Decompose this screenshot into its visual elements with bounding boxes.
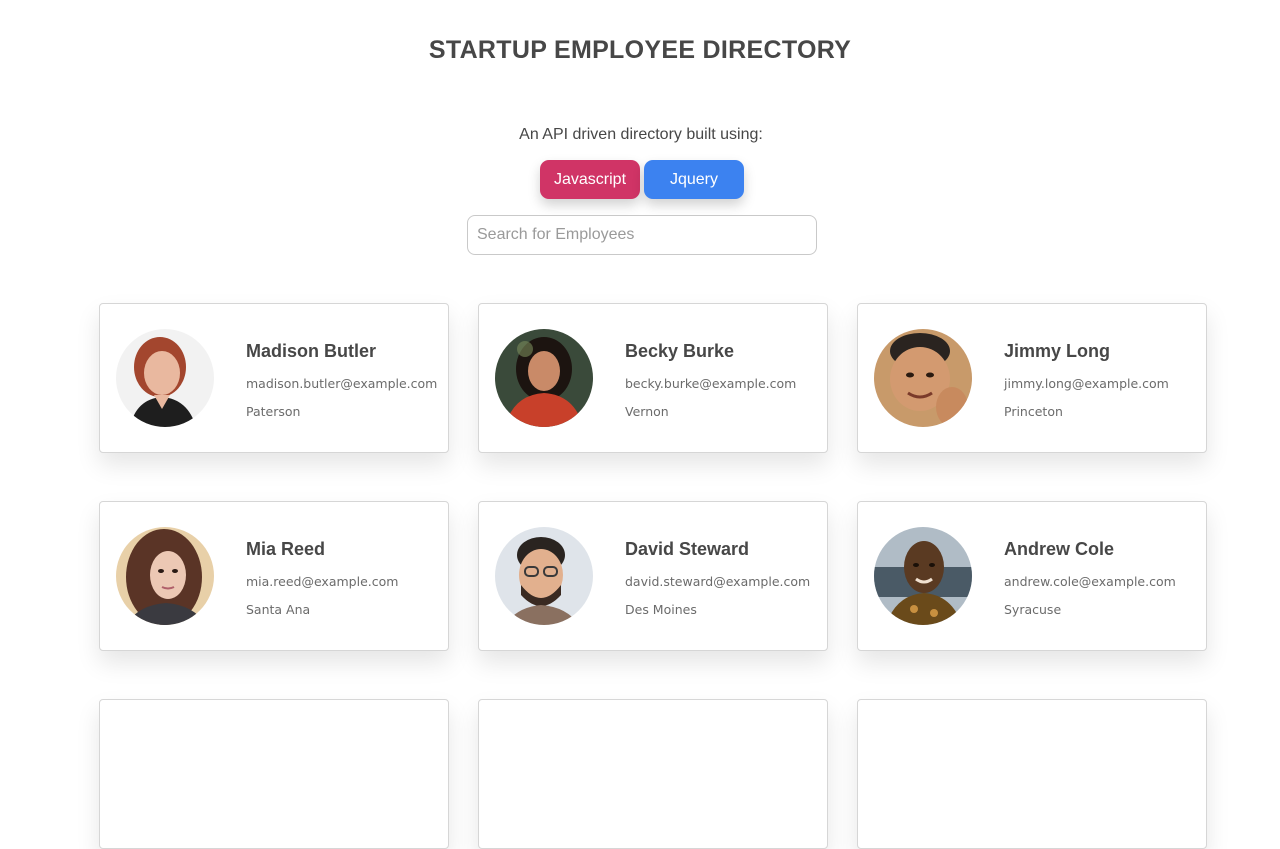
employee-city: Vernon [625, 404, 669, 419]
employee-city: Princeton [1004, 404, 1063, 419]
subtitle: An API driven directory built using: [519, 126, 763, 143]
avatar [495, 527, 593, 625]
employee-email: madison.butler@example.com [246, 376, 438, 391]
employee-city: Des Moines [625, 602, 697, 617]
employee-name: David Steward [625, 539, 750, 559]
employee-card[interactable] [857, 699, 1207, 849]
avatar [874, 527, 972, 625]
employee-city: Paterson [246, 404, 301, 419]
employee-name: Mia Reed [246, 539, 326, 559]
employee-name: Jimmy Long [1004, 341, 1111, 361]
user-photo-icon [116, 527, 214, 625]
user-photo-icon [874, 527, 972, 625]
employee-card[interactable]: Jimmy Long jimmy.long@example.com Prince… [857, 303, 1207, 453]
employee-name: Andrew Cole [1004, 539, 1115, 559]
employee-card[interactable]: Andrew Cole andrew.cole@example.com Syra… [857, 501, 1207, 651]
jquery-button[interactable]: Jquery [644, 160, 744, 199]
user-photo-icon [874, 329, 972, 427]
avatar [116, 527, 214, 625]
employee-email: andrew.cole@example.com [1004, 574, 1176, 589]
employee-card[interactable]: Becky Burke becky.burke@example.com Vern… [478, 303, 828, 453]
user-photo-icon [495, 527, 593, 625]
employee-city: Syracuse [1004, 602, 1062, 617]
user-photo-icon [116, 329, 214, 427]
employee-card[interactable] [99, 699, 449, 849]
employee-email: david.steward@example.com [625, 574, 811, 589]
employee-card[interactable]: David Steward david.steward@example.com … [478, 501, 828, 651]
employee-email: becky.burke@example.com [625, 376, 797, 391]
employee-card[interactable] [478, 699, 828, 849]
employee-name: Becky Burke [625, 341, 735, 361]
search-input[interactable] [467, 215, 817, 255]
employee-grid: Madison Butler madison.butler@example.co… [99, 303, 1207, 849]
page-title: STARTUP EMPLOYEE DIRECTORY [428, 36, 852, 64]
employee-city: Santa Ana [246, 602, 311, 617]
javascript-button[interactable]: Javascript [540, 160, 640, 199]
avatar [116, 329, 214, 427]
employee-card[interactable]: Madison Butler madison.butler@example.co… [99, 303, 449, 453]
employee-name: Madison Butler [246, 341, 377, 361]
employee-email: mia.reed@example.com [246, 574, 399, 589]
user-photo-icon [495, 329, 593, 427]
avatar [495, 329, 593, 427]
employee-email: jimmy.long@example.com [1004, 376, 1169, 391]
avatar [874, 329, 972, 427]
employee-card[interactable]: Mia Reed mia.reed@example.com Santa Ana [99, 501, 449, 651]
tech-stack: Javascript Jquery [540, 160, 744, 199]
